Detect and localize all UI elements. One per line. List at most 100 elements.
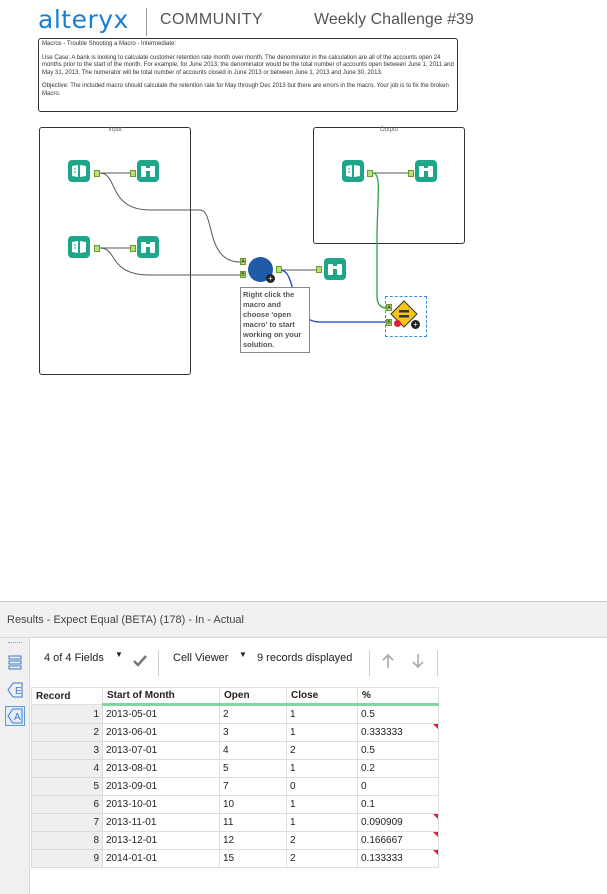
input-anchor[interactable] (130, 170, 136, 177)
cell-start-of-month[interactable]: 2013-12-01 (102, 831, 220, 850)
input-data-tool-1[interactable] (68, 160, 90, 182)
expect-anchor-a[interactable]: A (386, 304, 392, 311)
expect-anchor-b[interactable]: B (386, 319, 392, 326)
table-row[interactable]: 6 2013-10-01 10 1 0.1 (31, 795, 439, 814)
cell-close[interactable]: 2 (286, 741, 358, 760)
output-anchor[interactable] (94, 170, 100, 177)
results-table: Record Start of Month Open Close % 1 2013… (31, 687, 439, 868)
input-anchor[interactable] (316, 266, 322, 273)
binoculars-icon (328, 264, 342, 275)
cell-record[interactable]: 4 (31, 759, 103, 778)
arrow-up-icon[interactable] (381, 653, 395, 669)
cell-record[interactable]: 5 (31, 777, 103, 796)
input-anchor[interactable] (408, 170, 414, 177)
browse-tool-1[interactable] (137, 160, 159, 182)
output-anchor[interactable] (94, 245, 100, 252)
cell-percent[interactable]: 0.2 (357, 759, 439, 778)
cell-close[interactable]: 1 (286, 704, 358, 724)
cell-close[interactable]: 2 (286, 849, 358, 868)
cell-percent[interactable]: 0.166667 (357, 831, 439, 850)
cell-viewer-dropdown[interactable]: Cell Viewer (173, 652, 228, 664)
column-header-start-of-month[interactable]: Start of Month (102, 687, 220, 706)
cell-close[interactable]: 1 (286, 795, 358, 814)
cell-open[interactable]: 5 (219, 759, 287, 778)
plus-icon: + (266, 274, 275, 283)
table-row[interactable]: 4 2013-08-01 5 1 0.2 (31, 759, 439, 778)
results-side-toolbar: E A (0, 638, 30, 894)
cell-open[interactable]: 11 (219, 813, 287, 832)
arrow-down-icon[interactable] (411, 653, 425, 669)
cell-close[interactable]: 1 (286, 813, 358, 832)
cell-start-of-month[interactable]: 2013-08-01 (102, 759, 220, 778)
cell-record[interactable]: 8 (31, 831, 103, 850)
cell-percent[interactable]: 0.333333 (357, 723, 439, 742)
cell-open[interactable]: 10 (219, 795, 287, 814)
cell-open[interactable]: 7 (219, 777, 287, 796)
cell-close[interactable]: 0 (286, 777, 358, 796)
error-indicator-icon (394, 320, 401, 327)
column-header-percent[interactable]: % (357, 687, 439, 706)
metadata-view-button[interactable]: E (5, 680, 25, 700)
cell-start-of-month[interactable]: 2013-05-01 (102, 704, 220, 724)
book-icon (72, 165, 86, 177)
fields-dropdown[interactable]: 4 of 4 Fields (44, 652, 104, 664)
cell-start-of-month[interactable]: 2013-10-01 (102, 795, 220, 814)
cell-start-of-month[interactable]: 2013-06-01 (102, 723, 220, 742)
cell-percent[interactable]: 0.090909 (357, 813, 439, 832)
column-header-open[interactable]: Open (219, 687, 287, 706)
data-view-button[interactable]: A (5, 706, 25, 726)
cell-start-of-month[interactable]: 2014-01-01 (102, 849, 220, 868)
macro-input-anchor-b[interactable]: B (240, 271, 246, 278)
chevron-down-icon[interactable]: ▼ (115, 650, 123, 659)
cell-percent[interactable]: 0.1 (357, 795, 439, 814)
table-row[interactable]: 7 2013-11-01 11 1 0.090909 (31, 813, 439, 832)
browse-tool-3[interactable] (324, 258, 346, 280)
cell-record[interactable]: 6 (31, 795, 103, 814)
macro-instruction-comment[interactable]: Right click the macro and choose 'open m… (240, 287, 310, 353)
cell-start-of-month[interactable]: 2013-11-01 (102, 813, 220, 832)
svg-text:E: E (15, 686, 22, 697)
records-count: 9 records displayed (257, 652, 353, 664)
cell-record[interactable]: 3 (31, 741, 103, 760)
column-header-close[interactable]: Close (286, 687, 358, 706)
browse-tool-4[interactable] (415, 160, 437, 182)
cell-open[interactable]: 2 (219, 704, 287, 724)
output-input-data-tool[interactable] (342, 160, 364, 182)
browse-tool-2[interactable] (137, 236, 159, 258)
cell-record[interactable]: 9 (31, 849, 103, 868)
cell-record[interactable]: 1 (31, 704, 103, 724)
cell-open[interactable]: 4 (219, 741, 287, 760)
grid-view-button[interactable] (5, 653, 25, 673)
book-icon (346, 165, 360, 177)
table-row[interactable]: 1 2013-05-01 2 1 0.5 (31, 704, 439, 724)
macro-output-anchor[interactable] (276, 266, 282, 273)
cell-close[interactable]: 1 (286, 723, 358, 742)
cell-open[interactable]: 3 (219, 723, 287, 742)
results-table-body: 1 2013-05-01 2 1 0.5 2 2013-06-01 3 1 0.333333 3 20… (31, 704, 439, 868)
cell-start-of-month[interactable]: 2013-09-01 (102, 777, 220, 796)
cell-percent[interactable]: 0.5 (357, 704, 439, 724)
cell-close[interactable]: 1 (286, 759, 358, 778)
table-row[interactable]: 8 2013-12-01 12 2 0.166667 (31, 831, 439, 850)
input-data-tool-2[interactable] (68, 236, 90, 258)
cell-record[interactable]: 7 (31, 813, 103, 832)
cell-open[interactable]: 15 (219, 849, 287, 868)
cell-start-of-month[interactable]: 2013-07-01 (102, 741, 220, 760)
output-anchor[interactable] (367, 170, 373, 177)
macro-input-anchor-a[interactable]: A (240, 258, 246, 265)
table-row[interactable]: 5 2013-09-01 7 0 0 (31, 777, 439, 796)
cell-percent[interactable]: 0 (357, 777, 439, 796)
checkmark-icon[interactable] (132, 654, 148, 667)
column-header-record[interactable]: Record (31, 687, 103, 705)
cell-close[interactable]: 2 (286, 831, 358, 850)
input-anchor[interactable] (130, 245, 136, 252)
table-row[interactable]: 3 2013-07-01 4 2 0.5 (31, 741, 439, 760)
cell-open[interactable]: 12 (219, 831, 287, 850)
table-row[interactable]: 2 2013-06-01 3 1 0.333333 (31, 723, 439, 742)
chevron-down-icon[interactable]: ▼ (239, 650, 247, 659)
workflow-canvas[interactable]: alteryx COMMUNITY Weekly Challenge #39 M… (0, 0, 607, 600)
cell-percent[interactable]: 0.5 (357, 741, 439, 760)
cell-record[interactable]: 2 (31, 723, 103, 742)
cell-percent[interactable]: 0.133333 (357, 849, 439, 868)
table-row[interactable]: 9 2014-01-01 15 2 0.133333 (31, 849, 439, 868)
